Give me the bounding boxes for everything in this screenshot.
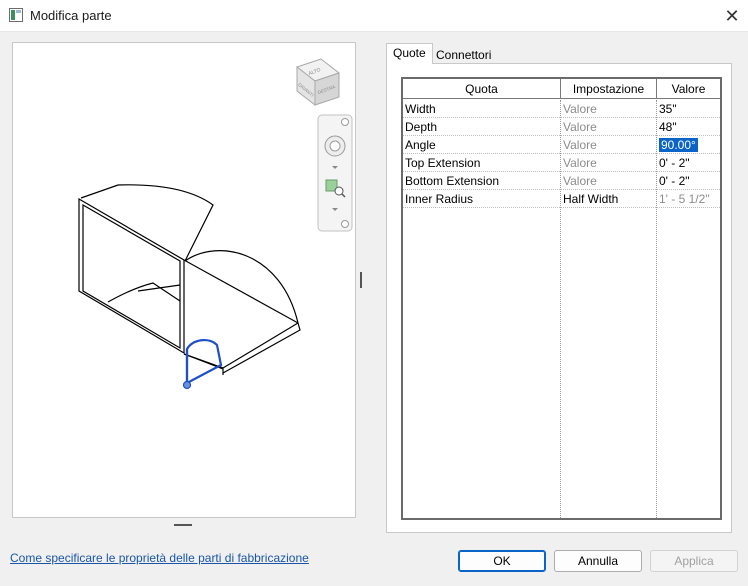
part-preview-drawing: ALTO DAVANTI DESTRA [78, 58, 353, 390]
cell-valore[interactable]: 1' - 5 1/2" [657, 190, 720, 208]
table-row[interactable]: Top Extension Valore 0' - 2" [403, 154, 720, 172]
cell-quota: Inner Radius [405, 192, 474, 206]
navbar-close-icon[interactable] [341, 118, 349, 126]
cell-quota: Width [405, 102, 436, 116]
cell-valore[interactable]: 48" [657, 118, 720, 136]
window-title: Modifica parte [30, 8, 112, 23]
cell-impostazione[interactable]: Valore [561, 154, 656, 172]
cancel-button[interactable]: Annulla [554, 550, 642, 572]
cell-impostazione[interactable]: Valore [561, 172, 656, 190]
ok-button[interactable]: OK [458, 550, 546, 572]
cell-quota: Angle [405, 138, 436, 152]
cell-impostazione[interactable]: Valore [561, 118, 656, 136]
viewcube[interactable]: ALTO DAVANTI DESTRA [295, 58, 341, 107]
column-divider [656, 100, 657, 518]
column-header-impostazione[interactable]: Impostazione [561, 79, 656, 99]
selected-value-text[interactable]: 90.00° [659, 138, 698, 152]
horizontal-splitter[interactable] [174, 524, 192, 526]
cell-valore-editing[interactable]: 90.00° [657, 136, 720, 154]
cell-impostazione[interactable]: Half Width [561, 190, 656, 208]
table-row[interactable]: Width Valore 35" [403, 100, 720, 118]
connector-point[interactable] [182, 380, 192, 390]
column-header-valore[interactable]: Valore [657, 79, 720, 99]
connector-glyph [182, 339, 223, 390]
close-icon[interactable]: ✕ [718, 3, 746, 29]
column-divider [560, 100, 561, 518]
title-bar: Modifica parte ✕ [0, 0, 748, 32]
column-divider [656, 79, 657, 99]
navigation-bar [317, 114, 353, 232]
table-header: Quota Impostazione Valore [403, 79, 720, 99]
cell-valore[interactable]: 0' - 2" [657, 154, 720, 172]
cell-impostazione[interactable]: Valore [561, 100, 656, 118]
vertical-splitter[interactable] [360, 272, 362, 288]
dimensions-table: Quota Impostazione Valore Width Valore 3… [401, 77, 722, 520]
cell-impostazione[interactable]: Valore [561, 136, 656, 154]
table-row[interactable]: Bottom Extension Valore 0' - 2" [403, 172, 720, 190]
column-divider [560, 79, 561, 99]
cell-quota: Bottom Extension [405, 174, 500, 188]
app-icon [9, 8, 23, 22]
table-row[interactable]: Inner Radius Half Width 1' - 5 1/2" [403, 190, 720, 208]
help-link[interactable]: Come specificare le proprietà delle part… [10, 551, 309, 565]
navbar-menu-icon[interactable] [341, 220, 349, 228]
cell-valore[interactable]: 0' - 2" [657, 172, 720, 190]
tab-quote[interactable]: Quote [386, 43, 433, 64]
preview-viewport[interactable]: ALTO DAVANTI DESTRA [12, 42, 356, 518]
table-row[interactable]: Depth Valore 48" [403, 118, 720, 136]
cell-valore[interactable]: 35" [657, 100, 720, 118]
cell-quota: Top Extension [405, 156, 481, 170]
table-row[interactable]: Angle Valore 90.00° [403, 136, 720, 154]
apply-button[interactable]: Applica [650, 550, 738, 572]
cell-quota: Depth [405, 120, 438, 134]
column-header-quota[interactable]: Quota [403, 79, 560, 99]
